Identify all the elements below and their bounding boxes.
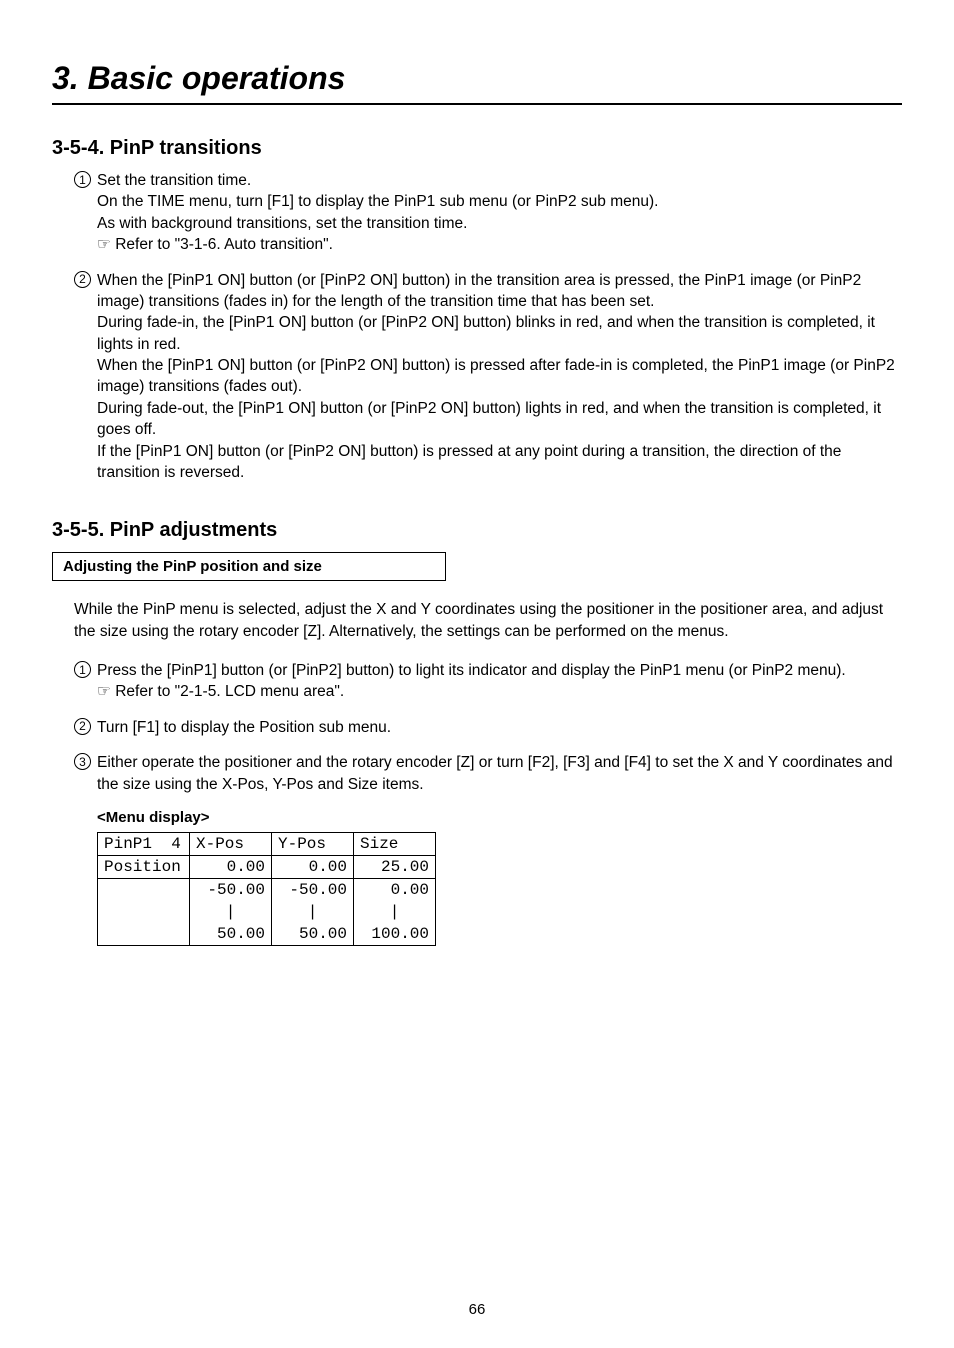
refer-text: ☞ Refer to "3-1-6. Auto transition". — [97, 236, 333, 253]
cell: 0.00 — [272, 855, 354, 878]
menu-display-table: PinP1 4 X-Pos Y-Pos Size Position 0.00 0… — [97, 832, 436, 946]
section-354: 3-5-4. PinP transitions 1 Set the transi… — [52, 137, 902, 483]
cell: 50.00 — [190, 923, 272, 946]
cell: 0.00 — [190, 855, 272, 878]
section-355: 3-5-5. PinP adjustments Adjusting the Pi… — [52, 519, 902, 946]
cell: -50.00 — [190, 878, 272, 901]
cell: | — [190, 901, 272, 923]
step-355-3: 3 Either operate the positioner and the … — [52, 752, 902, 795]
step-number-icon: 1 — [74, 171, 91, 188]
text: Turn [F1] to display the Position sub me… — [97, 719, 391, 736]
cell: 100.00 — [354, 923, 436, 946]
text: During fade-in, the [PinP1 ON] button (o… — [97, 314, 875, 352]
table-row: 50.00 50.00 100.00 — [98, 923, 436, 946]
cell: 0.00 — [354, 878, 436, 901]
step-body: Set the transition time. On the TIME men… — [97, 170, 658, 256]
cell — [98, 901, 190, 923]
page-number: 66 — [0, 1301, 954, 1318]
step-354-1: 1 Set the transition time. On the TIME m… — [52, 170, 902, 256]
step-number-icon: 2 — [74, 271, 91, 288]
cell: | — [272, 901, 354, 923]
step-number-icon: 1 — [74, 661, 91, 678]
cell: -50.00 — [272, 878, 354, 901]
step-number-icon: 3 — [74, 753, 91, 770]
cell: X-Pos — [190, 832, 272, 855]
text: Either operate the positioner and the ro… — [97, 754, 893, 792]
sub-heading-box: Adjusting the PinP position and size — [52, 552, 446, 581]
text: On the TIME menu, turn [F1] to display t… — [97, 193, 658, 210]
cell: | — [354, 901, 436, 923]
text: As with background transitions, set the … — [97, 215, 467, 232]
table-row: PinP1 4 X-Pos Y-Pos Size — [98, 832, 436, 855]
text: When the [PinP1 ON] button (or [PinP2 ON… — [97, 357, 895, 395]
chapter-title: 3. Basic operations — [52, 60, 902, 105]
section-heading-355: 3-5-5. PinP adjustments — [52, 519, 902, 542]
step-body: Turn [F1] to display the Position sub me… — [97, 717, 391, 738]
section-heading-354: 3-5-4. PinP transitions — [52, 137, 902, 160]
step-body: Either operate the positioner and the ro… — [97, 752, 902, 795]
intro-paragraph: While the PinP menu is selected, adjust … — [52, 599, 902, 642]
cell: PinP1 4 — [98, 832, 190, 855]
cell: 25.00 — [354, 855, 436, 878]
step-number-icon: 2 — [74, 718, 91, 735]
step-body: Press the [PinP1] button (or [PinP2] but… — [97, 660, 846, 703]
text: During fade-out, the [PinP1 ON] button (… — [97, 400, 881, 438]
text: Set the transition time. — [97, 172, 251, 189]
menu-display-label: <Menu display> — [52, 809, 902, 826]
step-354-2: 2 When the [PinP1 ON] button (or [PinP2 … — [52, 270, 902, 484]
text: If the [PinP1 ON] button (or [PinP2 ON] … — [97, 443, 841, 481]
cell: Position — [98, 855, 190, 878]
text: When the [PinP1 ON] button (or [PinP2 ON… — [97, 272, 861, 310]
cell: Y-Pos — [272, 832, 354, 855]
cell: 50.00 — [272, 923, 354, 946]
refer-text: ☞ Refer to "2-1-5. LCD menu area". — [97, 683, 344, 700]
step-body: When the [PinP1 ON] button (or [PinP2 ON… — [97, 270, 902, 484]
step-355-1: 1 Press the [PinP1] button (or [PinP2] b… — [52, 660, 902, 703]
cell: Size — [354, 832, 436, 855]
text: Press the [PinP1] button (or [PinP2] but… — [97, 662, 846, 679]
table-row: Position 0.00 0.00 25.00 — [98, 855, 436, 878]
table-row: | | | — [98, 901, 436, 923]
table-row: -50.00 -50.00 0.00 — [98, 878, 436, 901]
cell — [98, 923, 190, 946]
step-355-2: 2 Turn [F1] to display the Position sub … — [52, 717, 902, 738]
cell — [98, 878, 190, 901]
